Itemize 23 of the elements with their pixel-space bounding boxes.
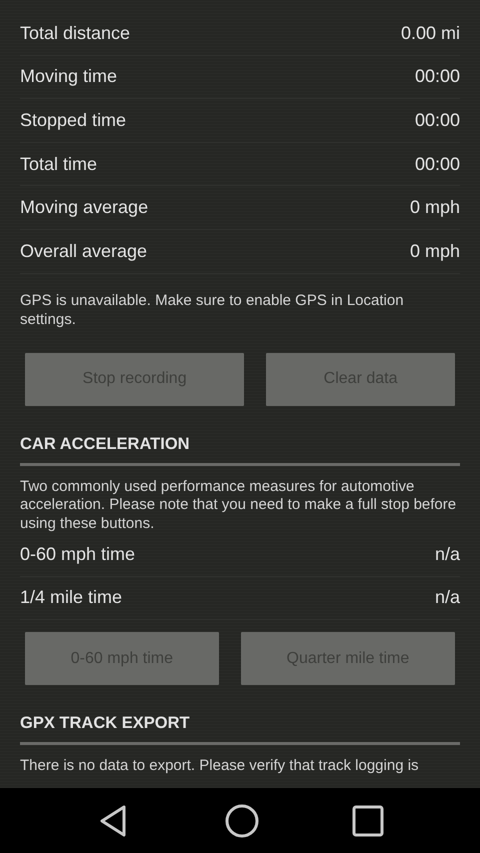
stat-label: Total distance [20, 22, 130, 44]
stat-label: Total time [20, 154, 98, 175]
stat-value: 00:00 [414, 66, 460, 88]
recents-icon[interactable] [352, 804, 384, 836]
section-description: There is no data to export. Please verify that track logging is [20, 757, 420, 776]
stat-value: 00:00 [414, 110, 460, 131]
stat-value: n/a [434, 587, 460, 608]
section-description: Two commonly used performance measures for automotive acceleration. Please note that you need to make a full stop before using these buttons. [20, 478, 458, 534]
stat-value: 0 mph [410, 240, 460, 262]
stat-value: n/a [434, 544, 460, 565]
stat-label: Moving time [20, 66, 118, 88]
stat-label: Stopped time [20, 110, 126, 131]
home-icon[interactable] [224, 802, 260, 838]
section-header: CAR ACCELERATION [20, 434, 191, 454]
stat-value: 00:00 [414, 154, 460, 175]
stat-value: 0.00 mi [400, 22, 460, 44]
stat-label: Overall average [20, 240, 148, 262]
gps-notice: GPS is unavailable. Make sure to enable GPS in Location settings. [20, 290, 405, 329]
stat-value: 0 mph [410, 197, 460, 218]
stat-label: 0-60 mph time [20, 544, 136, 565]
stat-label: Moving average [20, 197, 148, 218]
section-header: GPX TRACK EXPORT [20, 714, 191, 734]
stat-label: 1/4 mile time [20, 587, 122, 608]
